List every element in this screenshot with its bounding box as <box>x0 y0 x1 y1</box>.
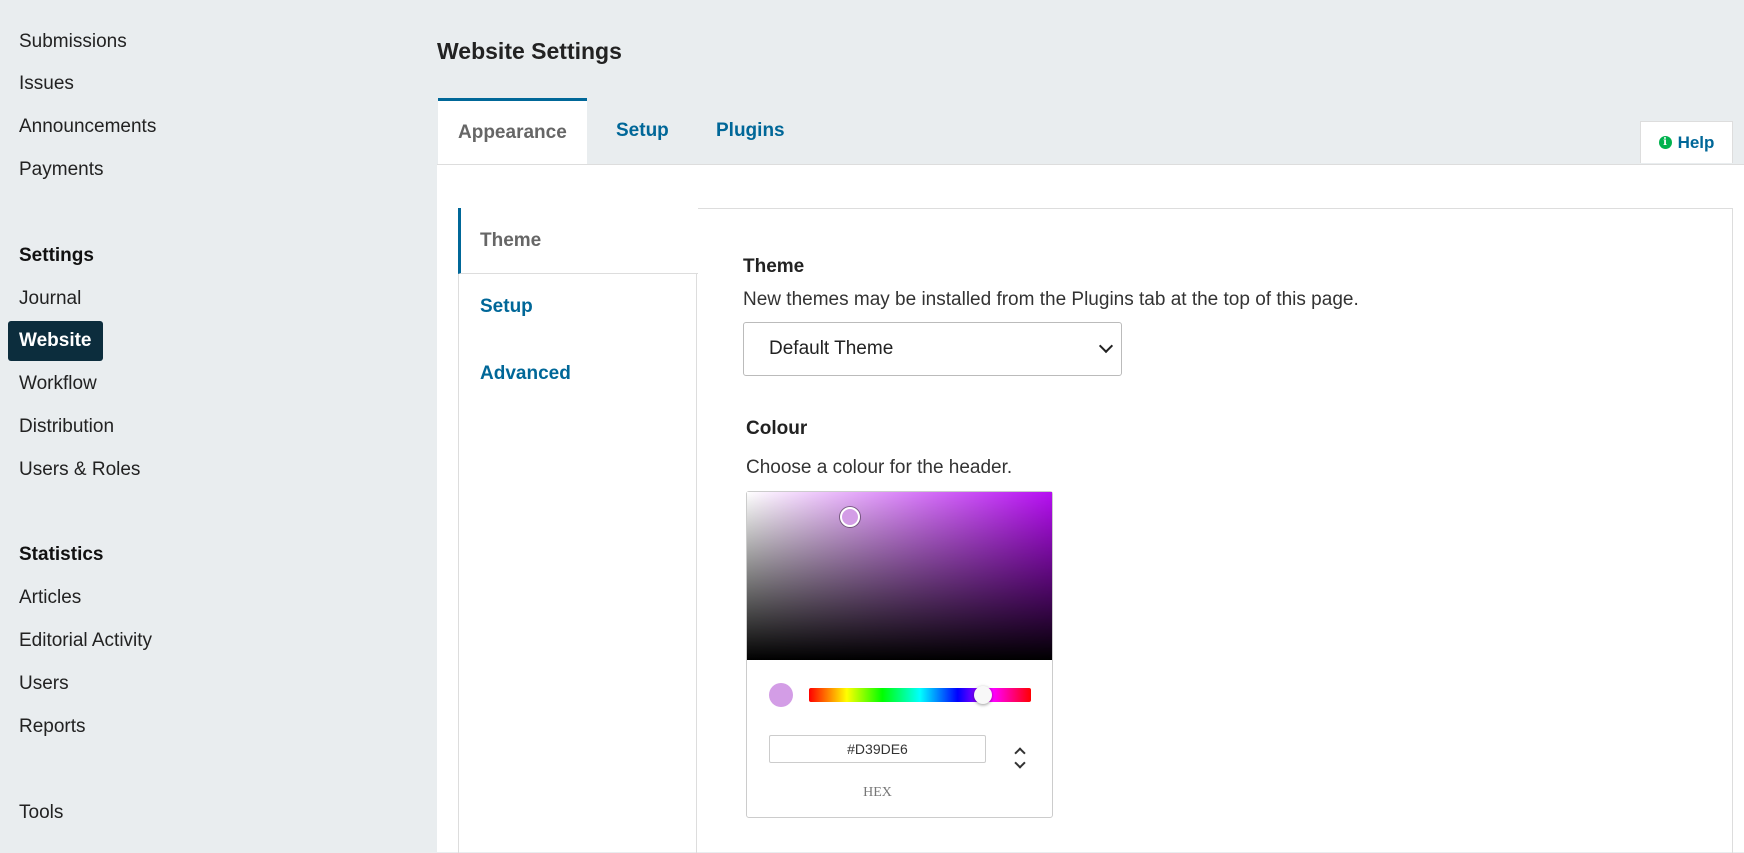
sidebar-item-editorial-activity[interactable]: Editorial Activity <box>19 629 152 653</box>
info-icon: i <box>1658 136 1672 149</box>
hex-input[interactable] <box>769 735 986 763</box>
chevron-down-icon <box>1098 338 1114 354</box>
sidebar-item-workflow[interactable]: Workflow <box>19 372 97 396</box>
sidebar-item-distribution[interactable]: Distribution <box>19 415 114 439</box>
sidebar-item-articles[interactable]: Articles <box>19 586 81 610</box>
subtab-advanced[interactable]: Advanced <box>458 341 697 407</box>
subtab-theme[interactable]: Theme <box>458 208 698 274</box>
sidebar-heading-settings: Settings <box>19 245 94 266</box>
sidebar-item-payments[interactable]: Payments <box>19 158 103 182</box>
sidebar-item-issues[interactable]: Issues <box>19 72 74 96</box>
saturation-area[interactable] <box>747 492 1052 660</box>
format-toggle-button[interactable] <box>1012 745 1030 775</box>
sidebar-item-users[interactable]: Users <box>19 672 69 696</box>
sidebar: Submissions Issues Announcements Payment… <box>0 0 437 852</box>
sidebar-item-website[interactable]: Website <box>8 321 103 361</box>
chevron-down-icon <box>1014 757 1026 769</box>
help-label: Help <box>1677 132 1715 152</box>
tab-appearance[interactable]: Appearance <box>438 98 587 164</box>
sidebar-item-tools[interactable]: Tools <box>19 801 63 825</box>
hue-slider[interactable] <box>809 686 1031 704</box>
tab-setup[interactable]: Setup <box>596 98 689 164</box>
help-button[interactable]: i Help <box>1640 121 1733 163</box>
sidebar-item-submissions[interactable]: Submissions <box>19 30 127 54</box>
subtab-setup[interactable]: Setup <box>458 274 697 340</box>
colour-picker: HEX <box>746 491 1053 818</box>
theme-select-value: Default Theme <box>769 338 894 359</box>
format-label: HEX <box>863 785 892 800</box>
colour-swatch <box>769 683 793 707</box>
colour-description: Choose a colour for the header. <box>746 457 1013 478</box>
colour-label: Colour <box>746 418 808 439</box>
main-panel: Theme Setup Advanced <box>437 164 1744 853</box>
sidebar-item-reports[interactable]: Reports <box>19 715 86 739</box>
sidebar-heading-statistics: Statistics <box>19 544 104 565</box>
theme-description: New themes may be installed from the Plu… <box>743 289 1359 310</box>
theme-label: Theme <box>743 256 805 277</box>
page-title: Website Settings <box>437 38 622 64</box>
subnav: Theme Setup Advanced <box>458 208 698 853</box>
sidebar-item-journal[interactable]: Journal <box>19 287 81 311</box>
sidebar-item-users-roles[interactable]: Users & Roles <box>19 458 140 482</box>
sidebar-item-announcements[interactable]: Announcements <box>19 115 156 139</box>
hue-handle[interactable] <box>974 686 993 704</box>
saturation-handle[interactable] <box>840 507 860 527</box>
tab-plugins[interactable]: Plugins <box>696 98 805 164</box>
theme-select[interactable]: Default Theme <box>743 322 1122 376</box>
